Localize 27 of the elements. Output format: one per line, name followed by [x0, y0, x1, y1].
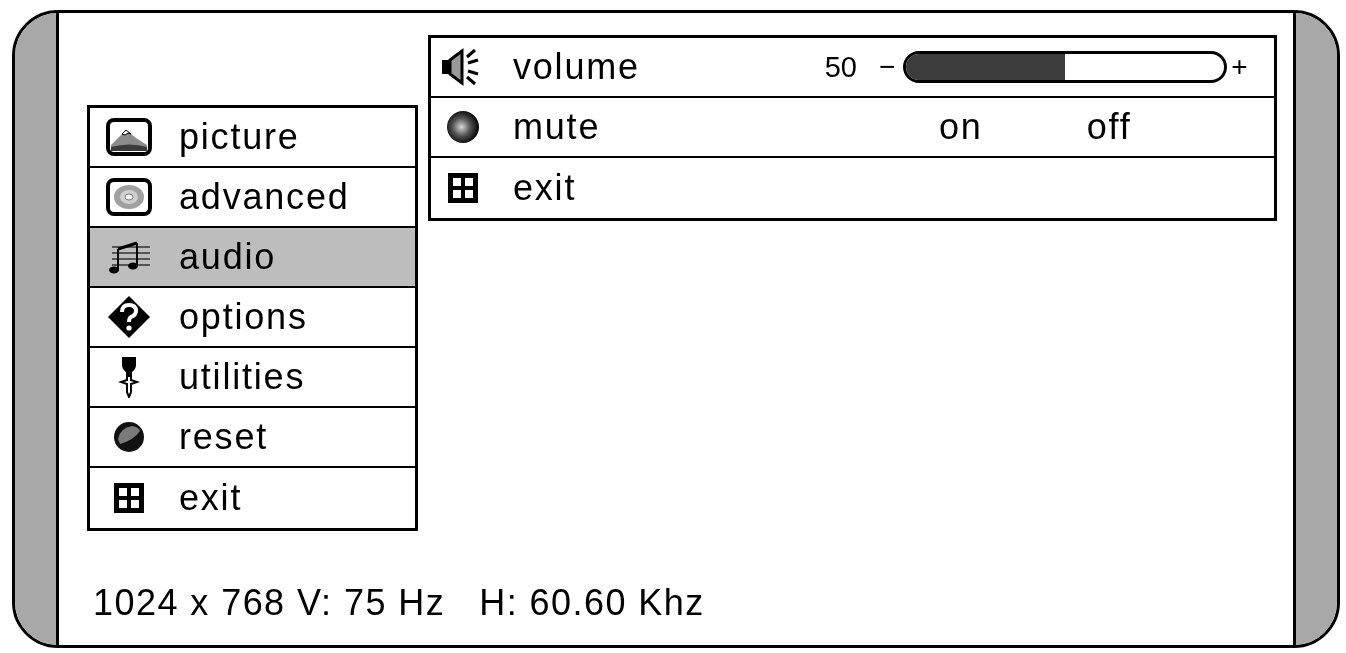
submenu-row-label: exit — [513, 170, 578, 206]
menu-item-label: exit — [179, 480, 243, 516]
sphere-icon — [446, 110, 480, 144]
menu-item-label: utilities — [179, 359, 306, 395]
menu-item-label: picture — [179, 119, 300, 155]
menu-item-label: reset — [179, 419, 269, 455]
menu-item-label: options — [179, 299, 308, 335]
submenu-row-label: volume — [513, 49, 641, 85]
grid-icon — [114, 483, 144, 513]
plus-sign: + — [1231, 53, 1248, 81]
submenu-row-label: mute — [513, 109, 602, 145]
menu-item-label: advanced — [179, 179, 350, 215]
volume-slider-track[interactable] — [903, 51, 1228, 83]
menu-item-label: audio — [179, 239, 277, 275]
minus-sign: − — [879, 53, 896, 81]
resolution-readout: 1024 x 768 V: 75 Hz — [93, 585, 446, 621]
volume-value: 50 — [823, 52, 857, 82]
frequency-readout: H: 60.60 Khz — [479, 585, 705, 621]
music-notes-icon — [106, 239, 152, 275]
landscape-picture-icon — [106, 118, 152, 156]
shaded-ball-icon — [112, 420, 146, 454]
pushpin-icon — [118, 356, 140, 398]
menu-item[interactable]: audio — [90, 228, 415, 288]
toggle-option[interactable]: on — [939, 109, 983, 145]
toggle-option[interactable]: off — [1086, 109, 1132, 145]
grid-icon — [448, 173, 478, 203]
question-diamond-icon — [107, 295, 151, 339]
